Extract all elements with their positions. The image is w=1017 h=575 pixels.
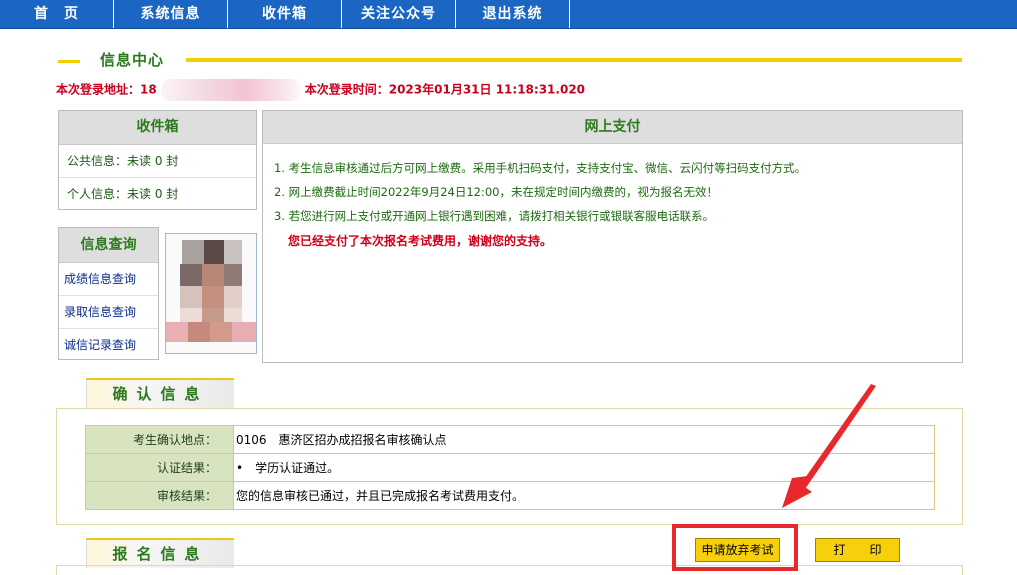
confirm-location-label: 考生确认地点： [85,425,234,454]
login-time-label: 本次登录时间： [304,82,389,97]
registration-frame [56,565,963,575]
public-label: 公共信息： [67,154,128,168]
nav-system-info[interactable]: 系统信息 [114,0,228,28]
annotation-arrow-icon [782,384,876,508]
personal-unread: 未读 0 封 [127,187,179,201]
print-button[interactable]: 打 印 [815,538,900,562]
highlight-box [672,524,798,571]
score-query-link[interactable]: 成绩信息查询 [59,263,158,296]
review-result-label: 审核结果： [85,481,234,510]
public-unread: 未读 0 封 [127,154,179,168]
query-title: 信息查询 [59,228,158,263]
nav-inbox[interactable]: 收件箱 [228,0,342,28]
candidate-photo [165,233,257,354]
top-nav: 首 页 系统信息 收件箱 关注公众号 退出系统 [0,0,1017,29]
inbox-title: 收件箱 [59,111,256,145]
login-info: 本次登录地址：18 本次登录时间：2023年01月31日 11:18:31.020 [56,79,585,101]
query-panel: 信息查询 成绩信息查询 录取信息查询 诚信记录查询 [58,227,159,360]
login-address-value: 18 [140,82,157,97]
payment-title: 网上支付 [263,111,962,144]
public-messages-row[interactable]: 公共信息：未读 0 封 [59,145,256,178]
auth-result-label: 认证结果： [85,453,234,482]
credit-record-query-link[interactable]: 诚信记录查询 [59,329,158,361]
nav-logout[interactable]: 退出系统 [456,0,570,28]
admission-query-link[interactable]: 录取信息查询 [59,296,158,329]
header-accent-line-right [186,58,962,62]
header-accent-line-left [58,60,80,63]
payment-paid-notice: 您已经支付了本次报名考试费用，谢谢您的支持。 [288,234,553,248]
personal-messages-row[interactable]: 个人信息：未读 0 封 [59,178,256,210]
redacted-address [160,79,301,101]
login-address-label: 本次登录地址： [56,82,141,97]
registration-section-tab: 报名信息 [86,538,234,568]
personal-label: 个人信息： [67,187,128,201]
payment-note-2: 2. 网上缴费截止时间2022年9月24日12:00，未在规定时间内缴费的，视为… [274,185,718,199]
payment-note-1: 1. 考生信息审核通过后方可网上缴费。采用手机扫码支付，支持支付宝、微信、云闪付… [274,161,807,175]
login-time-value: 2023年01月31日 11:18:31.020 [388,82,586,97]
nav-follow-account[interactable]: 关注公众号 [342,0,456,28]
confirm-section-tab: 确认信息 [86,378,234,408]
nav-home[interactable]: 首 页 [0,0,114,28]
inbox-panel: 收件箱 公共信息：未读 0 封 个人信息：未读 0 封 [58,110,257,210]
info-center-title: 信息中心 [100,51,165,69]
payment-panel: 网上支付 1. 考生信息审核通过后方可网上缴费。采用手机扫码支付，支持支付宝、微… [262,110,963,363]
payment-note-3: 3. 若您进行网上支付或开通网上银行遇到困难，请拨打相关银行或银联客服电话联系。 [274,209,715,223]
